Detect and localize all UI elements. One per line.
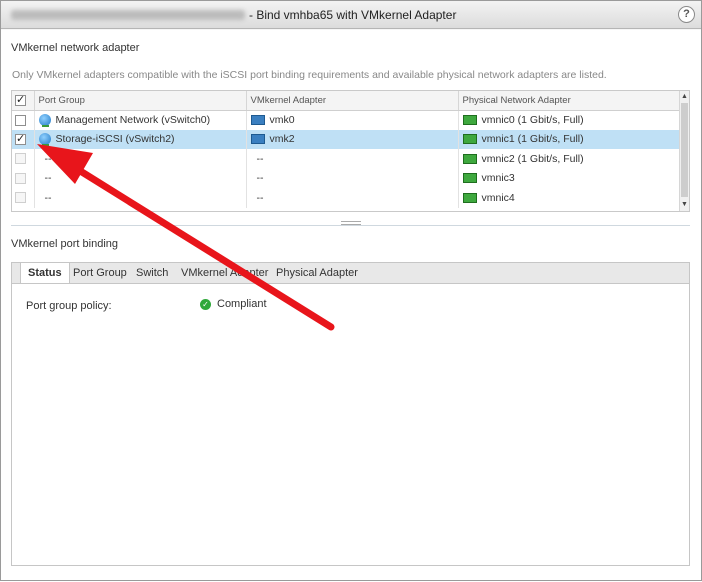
tab-port-group[interactable]: Port Group [66, 263, 134, 284]
vmkernel-adapter-cell: -- [246, 149, 459, 169]
row-checkbox [15, 192, 26, 204]
column-header-vmkernel-adapter[interactable]: VMkernel Adapter [246, 91, 459, 111]
physical-adapter-cell-text: vmnic2 (1 Gbit/s, Full) [481, 152, 584, 165]
table-row[interactable]: -- -- vmnic4 [12, 188, 682, 208]
vmkernel-adapter-icon [250, 115, 265, 126]
port-group-cell-text: -- [44, 172, 52, 185]
column-header-physical-adapter[interactable]: Physical Network Adapter [458, 91, 682, 111]
adapter-grid: Port Group VMkernel Adapter Physical Net… [11, 90, 690, 212]
tab-vmkernel-adapter[interactable]: VMkernel Adapter [174, 263, 275, 284]
physical-adapter-cell: vmnic1 (1 Gbit/s, Full) [458, 129, 682, 149]
vmkernel-adapter-cell-text: vmk2 [269, 133, 295, 146]
bind-adapter-dialog: - Bind vmhba65 with VMkernel Adapter ? V… [0, 0, 702, 581]
network-card-icon [462, 115, 477, 126]
table-row[interactable]: Management Network (vSwitch0) vmk0 vmnic0 … [12, 110, 682, 130]
network-card-icon [462, 134, 477, 145]
table-header-row: Port Group VMkernel Adapter Physical Net… [12, 91, 682, 111]
row-checkbox-cell[interactable] [12, 149, 35, 169]
select-all-checkbox[interactable] [15, 93, 26, 106]
row-checkbox [15, 172, 26, 184]
tab-switch[interactable]: Switch [129, 263, 175, 284]
column-header-port-group[interactable]: Port Group [34, 91, 247, 111]
physical-adapter-cell-text: vmnic0 (1 Gbit/s, Full) [481, 114, 584, 126]
tab-physical-adapter[interactable]: Physical Adapter [269, 263, 365, 284]
physical-adapter-cell-text: vmnic3 [481, 172, 515, 185]
vmkernel-adapter-cell: -- [246, 168, 459, 188]
dialog-title: - Bind vmhba65 with VMkernel Adapter [249, 8, 457, 22]
network-icon [38, 133, 51, 147]
vmkernel-adapter-cell-text: -- [256, 172, 264, 185]
binding-tabs: Status Port Group Switch VMkernel Adapte… [11, 262, 690, 285]
table-row[interactable]: Storage-iSCSI (vSwitch2) vmk2 vmnic1 (1 Gb… [12, 129, 682, 149]
vmkernel-adapter-cell: -- [246, 188, 459, 208]
adapter-section-title: VMkernel network adapter [11, 42, 140, 54]
physical-adapter-cell: vmnic0 (1 Gbit/s, Full) [458, 110, 682, 130]
adapter-table-body: Management Network (vSwitch0) vmk0 vmnic0 … [12, 110, 682, 208]
row-checkbox-cell[interactable] [12, 110, 35, 130]
row-checkbox-cell[interactable] [12, 129, 35, 149]
table-row[interactable]: -- -- vmnic3 [12, 168, 682, 188]
vmkernel-adapter-cell-text: -- [256, 191, 264, 204]
policy-label: Port group policy: [26, 300, 112, 312]
port-group-cell-text: Storage-iSCSI (vSwitch2) [55, 133, 175, 146]
scroll-up-icon[interactable]: ▲ [680, 92, 689, 102]
policy-value: Compliant [217, 298, 267, 310]
scroll-thumb[interactable] [681, 103, 688, 197]
table-row[interactable]: -- -- vmnic2 (1 Gbit/s, Full) [12, 149, 682, 169]
vmkernel-adapter-cell: vmk0 [246, 110, 459, 130]
network-card-icon [462, 153, 477, 164]
help-button[interactable]: ? [678, 6, 695, 23]
redacted-host-name [11, 10, 245, 20]
vmkernel-adapter-cell-text: -- [256, 152, 264, 165]
port-group-cell: Management Network (vSwitch0) [34, 110, 247, 130]
status-tab-panel: Port group policy: ✓ Compliant [11, 283, 690, 566]
port-group-cell: -- [34, 188, 247, 208]
row-checkbox[interactable] [15, 132, 26, 145]
binding-section-title: VMkernel port binding [11, 238, 119, 250]
network-card-icon [462, 173, 477, 184]
port-group-cell: -- [34, 149, 247, 169]
vmkernel-adapter-icon [250, 134, 265, 145]
dialog-content: VMkernel network adapter Only VMkernel a… [1, 30, 701, 580]
physical-adapter-cell: vmnic3 [458, 168, 682, 188]
row-checkbox-cell[interactable] [12, 168, 35, 188]
select-all-header[interactable] [12, 91, 35, 111]
row-checkbox [15, 153, 26, 165]
grid-scrollbar[interactable]: ▲ ▼ [679, 91, 689, 211]
port-group-cell: -- [34, 168, 247, 188]
policy-status: ✓ Compliant [200, 298, 267, 310]
port-group-cell: Storage-iSCSI (vSwitch2) [34, 129, 247, 149]
physical-adapter-cell-text: vmnic4 [481, 191, 515, 204]
physical-adapter-cell: vmnic2 (1 Gbit/s, Full) [458, 149, 682, 169]
vmkernel-adapter-cell-text: vmk0 [269, 114, 295, 126]
physical-adapter-cell: vmnic4 [458, 188, 682, 208]
adapter-table: Port Group VMkernel Adapter Physical Net… [12, 91, 682, 208]
tab-status[interactable]: Status [20, 262, 70, 285]
row-checkbox-cell[interactable] [12, 188, 35, 208]
network-card-icon [462, 192, 477, 203]
port-group-cell-text: -- [44, 191, 52, 204]
dialog-titlebar: - Bind vmhba65 with VMkernel Adapter ? [1, 1, 701, 29]
network-icon [38, 114, 51, 128]
row-checkbox[interactable] [15, 114, 26, 126]
section-divider [11, 225, 690, 226]
adapter-section-description: Only VMkernel adapters compatible with t… [12, 69, 607, 81]
physical-adapter-cell-text: vmnic1 (1 Gbit/s, Full) [481, 133, 584, 146]
vmkernel-adapter-cell: vmk2 [246, 129, 459, 149]
port-group-cell-text: Management Network (vSwitch0) [55, 113, 211, 126]
check-circle-icon: ✓ [200, 298, 211, 310]
port-group-cell-text: -- [44, 152, 52, 165]
scroll-down-icon[interactable]: ▼ [680, 200, 689, 210]
